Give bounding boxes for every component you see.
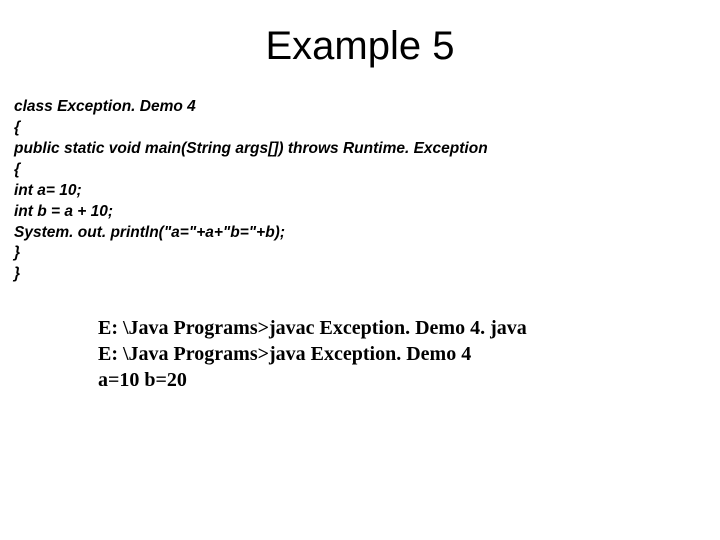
output-line: a=10 b=20 [98, 367, 706, 393]
slide-title: Example 5 [14, 24, 706, 69]
output-line: E: \Java Programs>java Exception. Demo 4 [98, 341, 706, 367]
code-line: { [14, 118, 706, 139]
code-block: class Exception. Demo 4 { public static … [14, 97, 706, 285]
code-line: { [14, 160, 706, 181]
output-line: E: \Java Programs>javac Exception. Demo … [98, 315, 706, 341]
code-line: } [14, 264, 706, 285]
output-block: E: \Java Programs>javac Exception. Demo … [98, 315, 706, 393]
code-line: System. out. println("a="+a+"b="+b); [14, 223, 706, 244]
code-line: class Exception. Demo 4 [14, 97, 706, 118]
code-line: int a= 10; [14, 181, 706, 202]
slide-container: Example 5 class Exception. Demo 4 { publ… [0, 0, 720, 540]
code-line: } [14, 243, 706, 264]
code-line: public static void main(String args[]) t… [14, 139, 706, 160]
code-line: int b = a + 10; [14, 202, 706, 223]
